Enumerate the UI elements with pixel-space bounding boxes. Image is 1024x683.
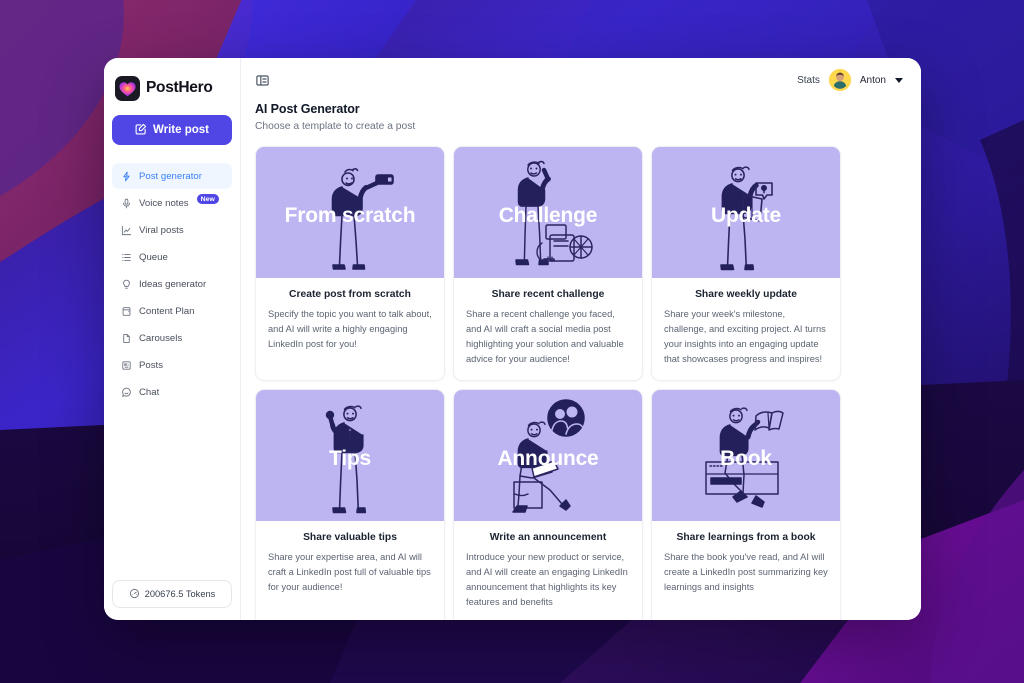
- card-illustration: From scratch: [256, 147, 444, 278]
- card-body: Share valuable tips Share your expertise…: [256, 521, 444, 608]
- card-description: Specify the topic you want to talk about…: [268, 309, 432, 350]
- brand-name: PostHero: [146, 79, 213, 96]
- card-body: Share weekly update Share your week's mi…: [652, 278, 840, 380]
- list-icon: [120, 251, 132, 263]
- page-title: AI Post Generator: [255, 102, 360, 116]
- card-title: Create post from scratch: [289, 289, 411, 300]
- sidebar-item-post-generator[interactable]: Post generator: [112, 163, 232, 189]
- microphone-icon: [120, 197, 132, 209]
- template-card[interactable]: Challenge Share recent challenge Share a…: [453, 146, 643, 382]
- person-with-obstacles-illustration: [515, 160, 593, 266]
- sidebar-item-content-plan[interactable]: Content Plan: [112, 298, 232, 324]
- app-window: PostHero Write post Post generator Voice…: [104, 58, 921, 620]
- card-description: Share your expertise area, and AI will c…: [268, 552, 431, 593]
- sidebar-item-label: Voice notes: [139, 197, 189, 209]
- lightning-icon: [120, 170, 132, 182]
- person-taking-selfie-illustration: [331, 168, 394, 270]
- card-title: Share valuable tips: [303, 532, 397, 544]
- template-card[interactable]: Book Share learnings from a book Share t…: [651, 389, 841, 620]
- sidebar: PostHero Write post Post generator Voice…: [104, 58, 241, 620]
- sidebar-item-queue[interactable]: Queue: [112, 244, 232, 270]
- sidebar-item-label: Ideas generator: [139, 278, 207, 290]
- sidebar-nav: Post generator Voice notes New Viral pos…: [112, 163, 232, 405]
- heart-gradient-logo-icon: [115, 75, 140, 101]
- sidebar-item-voice-notes[interactable]: Voice notes New: [112, 190, 232, 216]
- card-title: Share learnings from a book: [676, 532, 816, 544]
- page-subtitle: Choose a template to create a post: [255, 121, 416, 132]
- new-badge: New: [196, 194, 219, 204]
- card-illustration: Announce: [454, 390, 642, 522]
- sidebar-item-carousels[interactable]: Carousels: [112, 325, 232, 351]
- person-reading-book-illustration: [705, 407, 784, 508]
- card-description: Share a recent challenge you faced, and …: [466, 309, 624, 365]
- main-content: Stats Anton AI Post Generator Choose a t…: [241, 58, 921, 620]
- card-illustration: Book: [652, 390, 840, 522]
- template-card[interactable]: Announce Write an announcement Introduce…: [453, 389, 643, 620]
- card-description: Introduce your new product or service, a…: [466, 552, 628, 608]
- card-illustration: Challenge: [454, 147, 642, 278]
- chevron-down-icon[interactable]: [895, 77, 903, 83]
- template-card[interactable]: Update Share weekly update Share your we…: [651, 146, 841, 382]
- tokens-label: 200676.5 Tokens: [144, 589, 216, 599]
- pencil-square-icon: [135, 123, 147, 138]
- calendar-icon: [120, 305, 132, 317]
- card-body: Write an announcement Introduce your new…: [454, 521, 642, 620]
- topbar-right: Stats Anton: [797, 69, 903, 91]
- sidebar-item-viral-posts[interactable]: Viral posts: [112, 217, 232, 243]
- brand[interactable]: PostHero: [112, 72, 232, 102]
- user-name[interactable]: Anton: [860, 75, 886, 86]
- posts-icon: [120, 359, 132, 371]
- gauge-icon: [129, 588, 140, 601]
- person-holding-map-illustration: [720, 166, 773, 271]
- person-pointing-up-illustration: [325, 405, 367, 514]
- card-description: Share your week's milestone, challenge, …: [664, 309, 826, 365]
- sidebar-item-chat[interactable]: Chat: [112, 379, 232, 405]
- write-post-label: Write post: [152, 124, 209, 136]
- card-body: Create post from scratch Specify the top…: [256, 278, 444, 365]
- card-title: Share recent challenge: [491, 289, 605, 300]
- card-title: Share weekly update: [695, 289, 797, 300]
- card-body: Share recent challenge Share a recent ch…: [454, 278, 642, 380]
- template-card[interactable]: From scratch Create post from scratch Sp…: [255, 146, 445, 382]
- sidebar-item-label: Posts: [139, 359, 163, 371]
- page-header: AI Post Generator Choose a template to c…: [241, 102, 921, 132]
- sidebar-item-ideas-generator[interactable]: Ideas generator: [112, 271, 232, 297]
- sidebar-item-label: Content Plan: [139, 305, 195, 317]
- document-icon: [120, 332, 132, 344]
- panel-collapse-icon[interactable]: [255, 72, 271, 88]
- lightbulb-icon: [120, 278, 132, 290]
- avatar[interactable]: [828, 69, 851, 91]
- sidebar-item-label: Post generator: [139, 170, 202, 182]
- template-grid: From scratch Create post from scratch Sp…: [255, 146, 903, 620]
- card-body: Share learnings from a book Share the bo…: [652, 521, 840, 608]
- topbar: Stats Anton: [241, 58, 921, 102]
- card-description: Share the book you've read, and AI will …: [664, 552, 828, 593]
- card-title: Write an announcement: [489, 532, 607, 544]
- card-illustration: Tips: [256, 390, 444, 522]
- sidebar-item-label: Carousels: [139, 332, 183, 344]
- sidebar-item-label: Viral posts: [139, 224, 184, 236]
- stats-link[interactable]: Stats: [797, 75, 820, 86]
- chart-icon: [120, 224, 132, 236]
- sidebar-item-label: Queue: [139, 251, 168, 263]
- person-with-laptop-illustration: [512, 399, 585, 513]
- sidebar-item-posts[interactable]: Posts: [112, 352, 232, 378]
- write-post-button[interactable]: Write post: [112, 115, 232, 145]
- template-card[interactable]: Tips Share valuable tips Share your expe…: [255, 389, 445, 620]
- tokens-indicator[interactable]: 200676.5 Tokens: [112, 580, 232, 608]
- card-illustration: Update: [652, 147, 840, 278]
- chat-icon: [120, 386, 132, 398]
- sidebar-item-label: Chat: [139, 386, 160, 398]
